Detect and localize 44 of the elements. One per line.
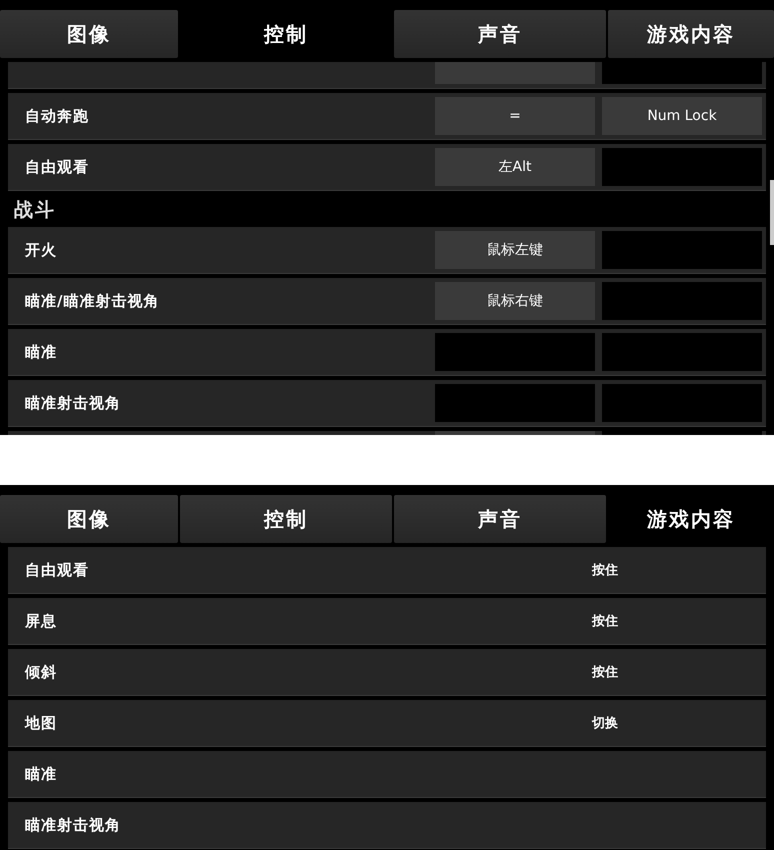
- option-value[interactable]: 切换: [592, 714, 762, 732]
- key-slot[interactable]: 左Alt: [435, 148, 595, 186]
- scrollbar[interactable]: [770, 180, 774, 245]
- option-value[interactable]: 按住: [592, 663, 762, 681]
- option-row[interactable]: 自由观看 按住: [8, 547, 766, 594]
- settings-tab[interactable]: 控制: [180, 495, 392, 543]
- settings-tab[interactable]: 图像: [0, 10, 178, 58]
- option-label: 自由观看: [25, 560, 90, 580]
- settings-tab[interactable]: 声音: [394, 495, 606, 543]
- key-slot[interactable]: [602, 148, 762, 186]
- option-label: 地图: [25, 714, 58, 732]
- settings-tab[interactable]: 游戏内容: [608, 10, 774, 58]
- option-label: 屏息: [25, 612, 58, 630]
- option-label: 倾斜: [25, 662, 58, 682]
- key-slot[interactable]: 鼠标右键: [435, 282, 595, 320]
- key-slot[interactable]: Num Lock: [602, 97, 762, 135]
- action-label: 自由观看: [25, 158, 90, 176]
- option-value[interactable]: 按住: [592, 612, 762, 630]
- key-slot[interactable]: [435, 384, 595, 422]
- key-slot[interactable]: [602, 62, 762, 84]
- option-label: 瞄准: [25, 764, 58, 784]
- option-row[interactable]: 地图 切换: [8, 700, 766, 747]
- key-slot[interactable]: [602, 333, 762, 371]
- option-value[interactable]: 按住: [592, 561, 762, 579]
- key-slot[interactable]: =: [435, 97, 595, 135]
- option-label: 瞄准射击视角: [25, 816, 122, 834]
- key-slot[interactable]: [602, 282, 762, 320]
- action-label: 瞄准: [25, 342, 58, 362]
- option-row[interactable]: 瞄准射击视角: [8, 802, 766, 849]
- action-label: 瞄准射击视角: [25, 394, 122, 412]
- key-slot[interactable]: [435, 62, 595, 84]
- settings-tab[interactable]: 图像: [0, 495, 178, 543]
- option-row[interactable]: 屏息 按住: [8, 598, 766, 645]
- key-slot[interactable]: 鼠标左键: [435, 231, 595, 269]
- option-row[interactable]: 倾斜 按住: [8, 649, 766, 696]
- action-label: 自动奔跑: [25, 106, 90, 126]
- key-slot[interactable]: [602, 231, 762, 269]
- key-slot[interactable]: [602, 384, 762, 422]
- action-label: 开火: [25, 240, 58, 260]
- option-row[interactable]: 瞄准: [8, 751, 766, 798]
- action-label: 瞄准/瞄准射击视角: [25, 292, 160, 310]
- settings-tab[interactable]: 声音: [394, 10, 606, 58]
- section-heading: 战斗: [13, 198, 57, 223]
- key-slot[interactable]: [435, 333, 595, 371]
